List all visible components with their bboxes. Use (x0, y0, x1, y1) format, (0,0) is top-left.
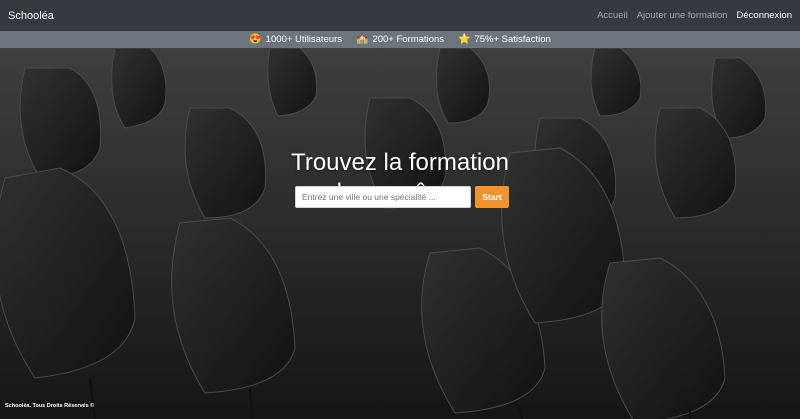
brand-logo[interactable]: Schooléa (8, 10, 54, 22)
star-icon: ⭐ (458, 33, 471, 45)
hero-background-chairs (0, 48, 800, 419)
search-input[interactable] (295, 186, 471, 208)
search-form: Start (295, 186, 509, 208)
hero-section: Trouvez la formation de vos rêves. (0, 48, 800, 419)
stat-users: 😍 1000+ Utilisateurs (249, 34, 342, 45)
stat-formations-label: 200+ Formations (372, 34, 444, 45)
hero-title-line-1: Trouvez la formation (291, 149, 509, 176)
start-button[interactable]: Start (475, 186, 509, 208)
footer-copyright: Schooléa. Tous Droits Réservés © (5, 403, 95, 409)
stat-formations: 🏫 200+ Formations (356, 34, 444, 45)
navbar: Schooléa Accueil Ajouter une formation D… (0, 0, 800, 31)
stat-users-label: 1000+ Utilisateurs (265, 34, 342, 45)
school-icon: 🏫 (355, 33, 369, 45)
stats-bar: 😍 1000+ Utilisateurs 🏫 200+ Formations ⭐… (0, 31, 800, 48)
stat-satisfaction: ⭐ 75%+ Satisfaction (458, 34, 551, 45)
nav-link-deconnexion[interactable]: Déconnexion (737, 10, 792, 21)
nav-link-ajouter-formation[interactable]: Ajouter une formation (637, 10, 728, 21)
heart-eyes-icon: 😍 (249, 33, 262, 45)
nav-links: Accueil Ajouter une formation Déconnexio… (597, 10, 792, 21)
nav-link-accueil[interactable]: Accueil (597, 10, 628, 21)
stat-satisfaction-label: 75%+ Satisfaction (474, 34, 551, 45)
